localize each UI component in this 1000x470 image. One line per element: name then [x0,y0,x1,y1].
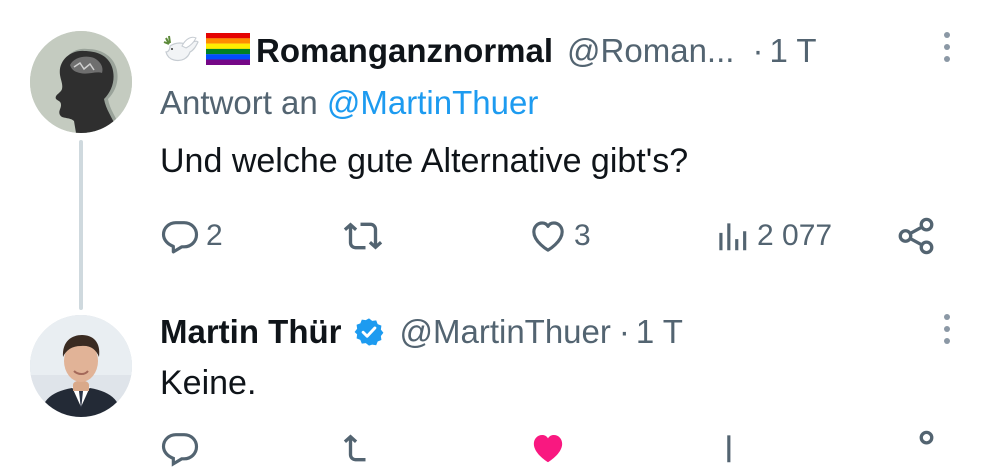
heart-icon [528,216,568,256]
more-options-icon[interactable] [944,314,950,344]
reply-to-mention-link[interactable]: @MartinThuer [327,84,538,121]
separator-dot: · [618,313,630,350]
thread-connector-line [79,140,83,310]
tweet-timestamp[interactable]: 1 T [636,313,683,351]
reply-count: 2 [206,219,223,252]
like-button[interactable]: 3 [528,213,591,259]
share-button[interactable] [895,428,937,448]
author-handle[interactable]: @Roman... [567,32,734,70]
tweet2-action-bar [160,428,950,467]
more-options-icon[interactable] [944,32,950,62]
reply-to-prefix: Antwort an [160,84,318,121]
reply-to-label: Antwort an @MartinThuer [160,84,538,122]
like-count: 3 [574,219,591,252]
author-handle[interactable]: @MartinThuer [399,313,610,351]
tweet-text: Und welche gute Alternative gibt's? [160,142,689,180]
heart-filled-icon [528,428,568,468]
reply-icon [160,428,200,468]
verified-badge-icon[interactable] [353,316,385,348]
tweet1-header: Romanganznormal @Roman... · 1 T [160,28,817,74]
avatar-romanganznormal[interactable] [30,31,132,133]
author-display-name[interactable]: Romanganznormal [256,32,553,70]
bar-chart-icon [713,428,751,468]
reply-button[interactable]: 2 [160,213,223,259]
reply-button[interactable] [160,428,200,467]
like-button[interactable] [528,428,568,463]
rainbow-flag-icon [206,32,250,70]
dove-icon [160,32,200,71]
views-button[interactable]: 2 077 [713,213,832,259]
separator-dot: · [752,32,764,69]
tweet-action-bar: 2 3 2 077 [160,213,950,259]
retweet-icon [342,216,384,256]
avatar-martin-thuer[interactable] [30,315,132,417]
bar-chart-icon [713,216,751,256]
retweet-button[interactable] [342,213,390,259]
tweet-timestamp[interactable]: 1 T [769,32,816,70]
reply-icon [160,216,200,256]
views-button[interactable] [713,428,751,463]
tweet-text: Keine. [160,364,257,402]
share-icon [895,215,937,257]
share-icon [895,428,937,470]
author-display-name[interactable]: Martin Thür [160,313,341,351]
tweet2-header: Martin Thür @MartinThuer · 1 T [160,309,683,355]
share-button[interactable] [895,213,937,259]
retweet-icon [342,428,384,468]
views-count: 2 077 [757,219,833,252]
retweet-button[interactable] [342,428,384,462]
